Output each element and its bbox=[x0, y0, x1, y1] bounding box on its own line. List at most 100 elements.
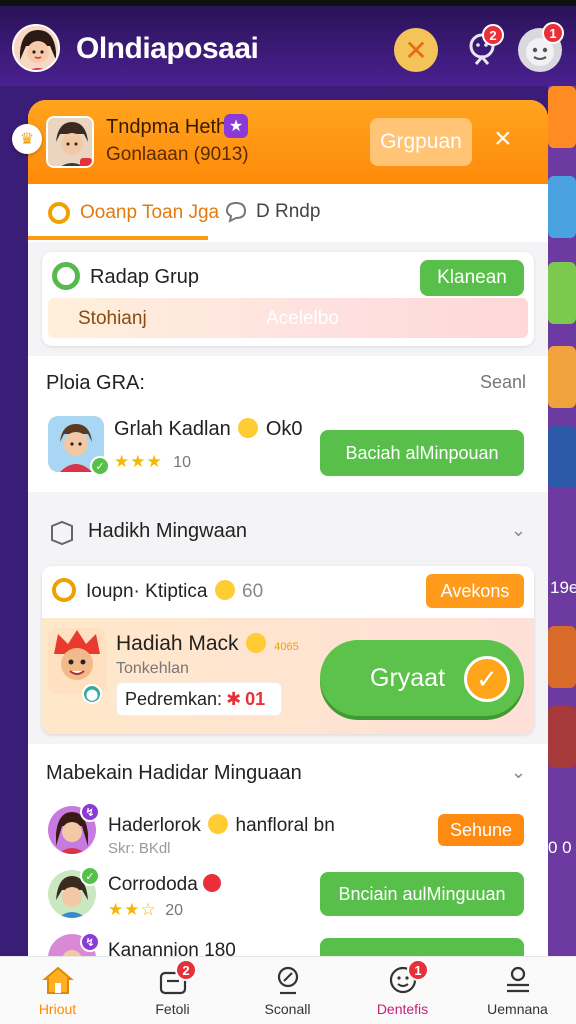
item-name-extra: hanfloral bn bbox=[235, 815, 335, 836]
red-dot-icon bbox=[203, 874, 222, 892]
list-item-button[interactable] bbox=[320, 938, 524, 956]
claim-reward-button[interactable]: Gryaat ✓ bbox=[320, 640, 524, 716]
app-header: Olndiaposaai ✕ 2 1 bbox=[0, 0, 576, 86]
reward-head-name: Ioupn· Ktiptica 60 bbox=[86, 580, 263, 603]
search-label: Stohianj bbox=[78, 308, 147, 329]
group-ring-icon bbox=[52, 262, 80, 290]
group-button[interactable]: Grgpuan bbox=[370, 118, 472, 166]
profile-avatar[interactable] bbox=[46, 116, 94, 168]
list-item-button[interactable]: Sehune bbox=[438, 814, 524, 846]
remind-label: Pedremkan: bbox=[125, 688, 223, 709]
smile-emoji-icon bbox=[246, 633, 267, 653]
star-icon: ✱ bbox=[226, 688, 242, 709]
background-strip: 19e 0 0 bbox=[548, 86, 576, 956]
list-item-name: Kanannion 180 bbox=[108, 940, 236, 956]
bg-tile bbox=[548, 426, 576, 488]
smile-emoji-icon bbox=[208, 814, 229, 834]
nav-social[interactable]: Sconall bbox=[230, 957, 345, 1024]
section-recent: Mabekain Hadidar Minguaan ⌄ ↯ Haderlorok… bbox=[28, 744, 548, 956]
item-name: Grlah Kadlan Ok0 bbox=[114, 418, 303, 441]
chevron-down-icon[interactable]: ⌄ bbox=[511, 520, 526, 541]
box-icon bbox=[51, 520, 73, 546]
chat-bubble-icon bbox=[225, 201, 247, 223]
bg-tile bbox=[548, 86, 576, 148]
search-placeholder: Acelelbo bbox=[266, 308, 339, 329]
search-input[interactable]: Stohianj Acelelbo bbox=[48, 298, 528, 338]
reward-head-text: Ioupn· Ktiptica bbox=[86, 581, 208, 602]
rating-count: 20 bbox=[165, 902, 183, 919]
section-link[interactable]: Seanl bbox=[480, 372, 526, 393]
profile-name: Tndpma Heth bbox=[106, 116, 228, 138]
nav-label: Hriout bbox=[38, 1001, 77, 1017]
claim-label: Gryaat bbox=[370, 663, 446, 692]
gift-badge-icon: ⬤ bbox=[82, 684, 102, 704]
tab-label: D Rndp bbox=[256, 201, 321, 222]
section-title: Hadikh Mingwaan bbox=[88, 520, 247, 542]
reward-tag: 4065 bbox=[274, 641, 299, 653]
reward-sub: Tonkehlan bbox=[116, 660, 189, 677]
bg-tile bbox=[548, 262, 576, 324]
tab-find[interactable]: D Rndp bbox=[224, 200, 320, 224]
profile-subtitle: Gonlaaan (9013) bbox=[106, 144, 249, 165]
section-title: Ploia GRA: bbox=[46, 372, 145, 394]
group-card: Radap Grup Klanean Stohianj Acelelbo bbox=[42, 252, 534, 346]
background-left bbox=[0, 86, 28, 956]
reward-title: Hadiah Mack 4065 bbox=[116, 632, 299, 656]
item-name-text: Corrododa bbox=[108, 874, 198, 895]
nav-home[interactable]: Hriout bbox=[0, 957, 115, 1024]
tab-group-list[interactable]: Ooanp Toan Jga bbox=[46, 200, 219, 226]
bg-tile bbox=[548, 706, 576, 768]
section-title: Mabekain Hadidar Minguaan bbox=[46, 762, 302, 784]
bg-tile bbox=[548, 626, 576, 688]
nav-label: Sconall bbox=[264, 1001, 311, 1017]
rewards-button[interactable]: Avekons bbox=[426, 574, 524, 608]
ring-icon bbox=[48, 202, 70, 224]
group-join-button[interactable]: Klanean bbox=[420, 260, 524, 296]
modal-header: Tndpma Heth ★ Gonlaaan (9013) Grgpuan × bbox=[28, 100, 548, 184]
side-text-a: 19e bbox=[550, 578, 576, 597]
tab-underline bbox=[28, 236, 208, 240]
nav-label: Uemnana bbox=[487, 1001, 548, 1017]
status-badge-icon: ↯ bbox=[80, 802, 100, 822]
item-suffix: Ok0 bbox=[265, 418, 303, 440]
close-icon[interactable]: ✕ bbox=[394, 28, 438, 72]
list-item-button[interactable]: Bnciain aulMinguuan bbox=[320, 872, 524, 916]
user-avatar[interactable] bbox=[12, 24, 60, 72]
chat-badge: 1 bbox=[542, 22, 564, 44]
tab-label: Ooanp Toan Jga bbox=[80, 202, 220, 223]
nav-badge: 2 bbox=[175, 959, 197, 981]
menu-user-icon bbox=[507, 966, 529, 993]
chat-face-icon[interactable]: 1 bbox=[518, 22, 564, 72]
modal-close-icon[interactable]: × bbox=[494, 122, 512, 156]
tab-bar: Ooanp Toan Jga D Rndp bbox=[28, 184, 548, 242]
star-badge-icon: ★ bbox=[224, 114, 248, 138]
nav-menu[interactable]: Uemnana bbox=[460, 957, 575, 1024]
smile-emoji-icon bbox=[214, 580, 235, 600]
crown-icon: ♛ bbox=[12, 124, 42, 154]
weekly-reward-card: Ioupn· Ktiptica 60 Avekons ⬤ Hadiah Mack… bbox=[42, 566, 534, 734]
alert-person-icon[interactable]: 2 bbox=[460, 24, 504, 72]
nav-bag[interactable]: 2 Fetoli bbox=[115, 957, 230, 1024]
smile-emoji-icon bbox=[238, 418, 259, 438]
reward-detail: ⬤ Hadiah Mack 4065 Tonkehlan Pedremkan: … bbox=[42, 618, 534, 734]
bg-tile bbox=[548, 176, 576, 238]
list-item-name: Corrododa bbox=[108, 874, 222, 896]
alert-badge: 2 bbox=[482, 24, 504, 46]
rating-stars: ★★★ bbox=[114, 452, 163, 471]
home-icon bbox=[42, 966, 74, 994]
app-title: Olndiaposaai bbox=[76, 32, 259, 65]
check-icon: ✓ bbox=[464, 656, 510, 702]
item-name-text: Grlah Kadlan bbox=[114, 418, 231, 440]
avatar bbox=[48, 628, 106, 694]
nav-badge: 1 bbox=[407, 959, 429, 981]
online-badge-icon: ✓ bbox=[90, 456, 110, 476]
bg-tile bbox=[548, 346, 576, 408]
reward-head-suffix: 60 bbox=[242, 581, 264, 602]
chevron-down-icon[interactable]: ⌄ bbox=[511, 762, 526, 783]
claim-button[interactable]: Baciah alMinpouan bbox=[320, 430, 524, 476]
remind-number: 01 bbox=[245, 688, 266, 709]
group-modal: Tndpma Heth ★ Gonlaaan (9013) Grgpuan × … bbox=[28, 100, 548, 956]
remind-pill[interactable]: Pedremkan: ✱ 01 bbox=[116, 682, 282, 716]
nav-friends[interactable]: 1 Dentefis bbox=[345, 957, 460, 1024]
list-item-meta: Skr: BKdl bbox=[108, 840, 171, 857]
